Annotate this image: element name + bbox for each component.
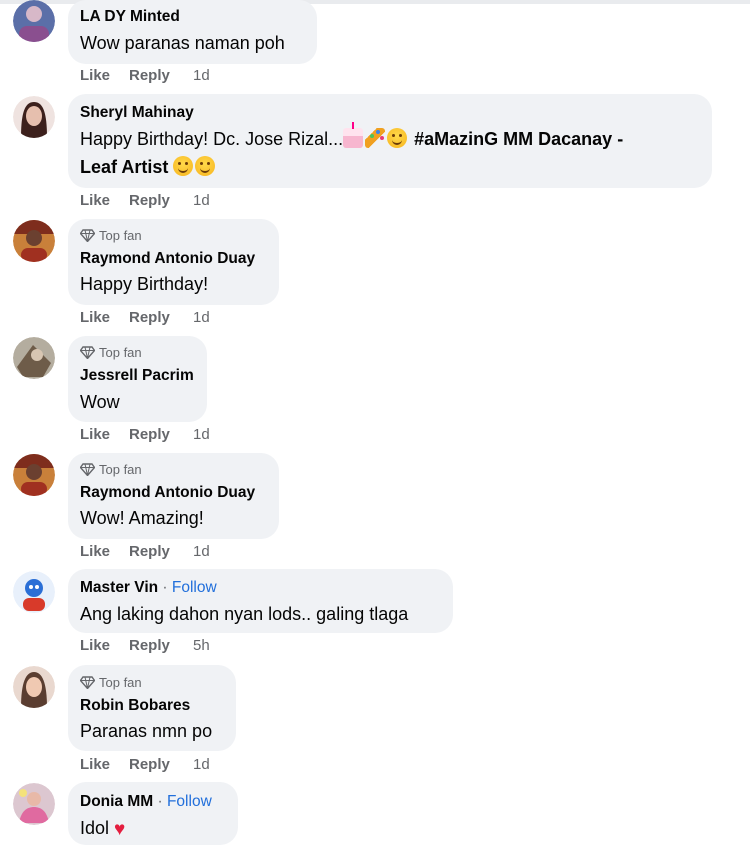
commenter-name-link[interactable]: Master Vin — [80, 579, 158, 596]
commenter-name[interactable]: LA DY Minted — [80, 8, 180, 26]
commenter-name[interactable]: Raymond Antonio Duay — [80, 484, 255, 502]
comment-time[interactable]: 1d — [193, 543, 210, 560]
comment-time[interactable]: 5h — [193, 637, 210, 654]
smiling-face-emoji-icon — [195, 156, 216, 176]
diamond-icon — [80, 676, 95, 689]
avatar[interactable] — [13, 96, 55, 138]
comment-bubble: LA DY Minted Wow paranas naman poh — [68, 0, 317, 64]
avatar[interactable] — [13, 337, 55, 379]
comment-bubble: Donia MM · Follow Idol ♥ — [68, 782, 238, 845]
comment-text: Wow — [80, 392, 120, 412]
top-fan-badge: Top fan — [80, 675, 142, 690]
commenter-name: Donia MM · Follow — [80, 793, 212, 810]
like-button[interactable]: Like — [80, 67, 129, 84]
red-heart-emoji-icon: ♥ — [114, 819, 126, 840]
comment-actions: Like Reply 1d — [80, 543, 210, 560]
commenter-name[interactable]: Sheryl Mahinay — [80, 104, 194, 122]
avatar[interactable] — [13, 220, 55, 262]
comment-bubble: Master Vin · Follow Ang laking dahon nya… — [68, 569, 453, 633]
commenter-name[interactable]: Raymond Antonio Duay — [80, 250, 255, 268]
smiling-face-emoji-icon — [387, 128, 408, 148]
reply-button[interactable]: Reply — [129, 756, 193, 773]
comment-bubble: Top fan Raymond Antonio Duay Wow! Amazin… — [68, 453, 279, 539]
avatar[interactable] — [13, 454, 55, 496]
commenter-name[interactable]: Jessrell Pacrim — [80, 367, 194, 385]
top-fan-label: Top fan — [99, 675, 142, 690]
avatar[interactable] — [13, 783, 55, 825]
comment-actions: Like Reply 1d — [80, 426, 210, 443]
avatar[interactable] — [13, 666, 55, 708]
comment-text: Ang laking dahon nyan lods.. galing tlag… — [80, 604, 409, 624]
comment-bubble: Top fan Robin Bobares Paranas nmn po — [68, 665, 236, 751]
comment-time[interactable]: 1d — [193, 309, 210, 326]
commenter-name[interactable]: Robin Bobares — [80, 697, 190, 715]
comment-text: Happy Birthday! — [80, 274, 209, 294]
like-button[interactable]: Like — [80, 426, 129, 443]
top-fan-label: Top fan — [99, 345, 142, 360]
reply-button[interactable]: Reply — [129, 67, 193, 84]
party-popper-emoji-icon — [365, 128, 386, 148]
comment-text-line: Happy Birthday! Dc. Jose Rizal... — [80, 129, 344, 149]
like-button[interactable]: Like — [80, 637, 129, 654]
comment-actions: Like Reply 1d — [80, 756, 210, 773]
top-fan-label: Top fan — [99, 228, 142, 243]
comment-actions: Like Reply 1d — [80, 309, 210, 326]
reply-button[interactable]: Reply — [129, 192, 193, 209]
diamond-icon — [80, 463, 95, 476]
comment-time[interactable]: 1d — [193, 67, 210, 84]
comment-actions: Like Reply 1d — [80, 192, 210, 209]
comment-text: Wow! Amazing! — [80, 508, 204, 528]
comment-actions: Like Reply 1d — [80, 67, 210, 84]
smiling-face-emoji-icon — [173, 156, 194, 176]
birthday-cake-emoji-icon — [343, 122, 364, 148]
avatar[interactable] — [13, 0, 55, 42]
top-fan-badge: Top fan — [80, 228, 142, 243]
diamond-icon — [80, 346, 95, 359]
comment-bubble: Top fan Raymond Antonio Duay Happy Birth… — [68, 219, 279, 305]
diamond-icon — [80, 229, 95, 242]
comment-actions: Like Reply 5h — [80, 637, 210, 654]
like-button[interactable]: Like — [80, 309, 129, 326]
comment-time[interactable]: 1d — [193, 756, 210, 773]
comment-bubble: Sheryl Mahinay Happy Birthday! Dc. Jose … — [68, 94, 712, 188]
reply-button[interactable]: Reply — [129, 637, 193, 654]
top-fan-badge: Top fan — [80, 462, 142, 477]
comment-text: Leaf Artist — [80, 153, 217, 181]
reply-button[interactable]: Reply — [129, 543, 193, 560]
top-fan-label: Top fan — [99, 462, 142, 477]
avatar[interactable] — [13, 571, 55, 613]
top-fan-badge: Top fan — [80, 345, 142, 360]
comment-bubble: Top fan Jessrell Pacrim Wow — [68, 336, 207, 422]
comment-time[interactable]: 1d — [193, 426, 210, 443]
follow-button[interactable]: Follow — [172, 579, 217, 596]
comment-text: Happy Birthday! Dc. Jose Rizal... #aMazi… — [80, 122, 623, 153]
mention-link[interactable]: #aMazinG MM Dacanay - — [414, 129, 623, 149]
comment-text: Idol ♥ — [80, 814, 125, 844]
reply-button[interactable]: Reply — [129, 426, 193, 443]
reply-button[interactable]: Reply — [129, 309, 193, 326]
comment-time[interactable]: 1d — [193, 192, 210, 209]
mention-link[interactable]: Leaf Artist — [80, 157, 168, 177]
follow-button[interactable]: Follow — [167, 793, 212, 810]
commenter-name: Master Vin · Follow — [80, 579, 217, 596]
commenter-name-link[interactable]: Donia MM — [80, 793, 153, 810]
comment-text: Paranas nmn po — [80, 721, 213, 741]
like-button[interactable]: Like — [80, 756, 129, 773]
comment-text: Wow paranas naman poh — [80, 33, 285, 53]
like-button[interactable]: Like — [80, 192, 129, 209]
like-button[interactable]: Like — [80, 543, 129, 560]
comment-text-content: Idol — [80, 818, 110, 838]
